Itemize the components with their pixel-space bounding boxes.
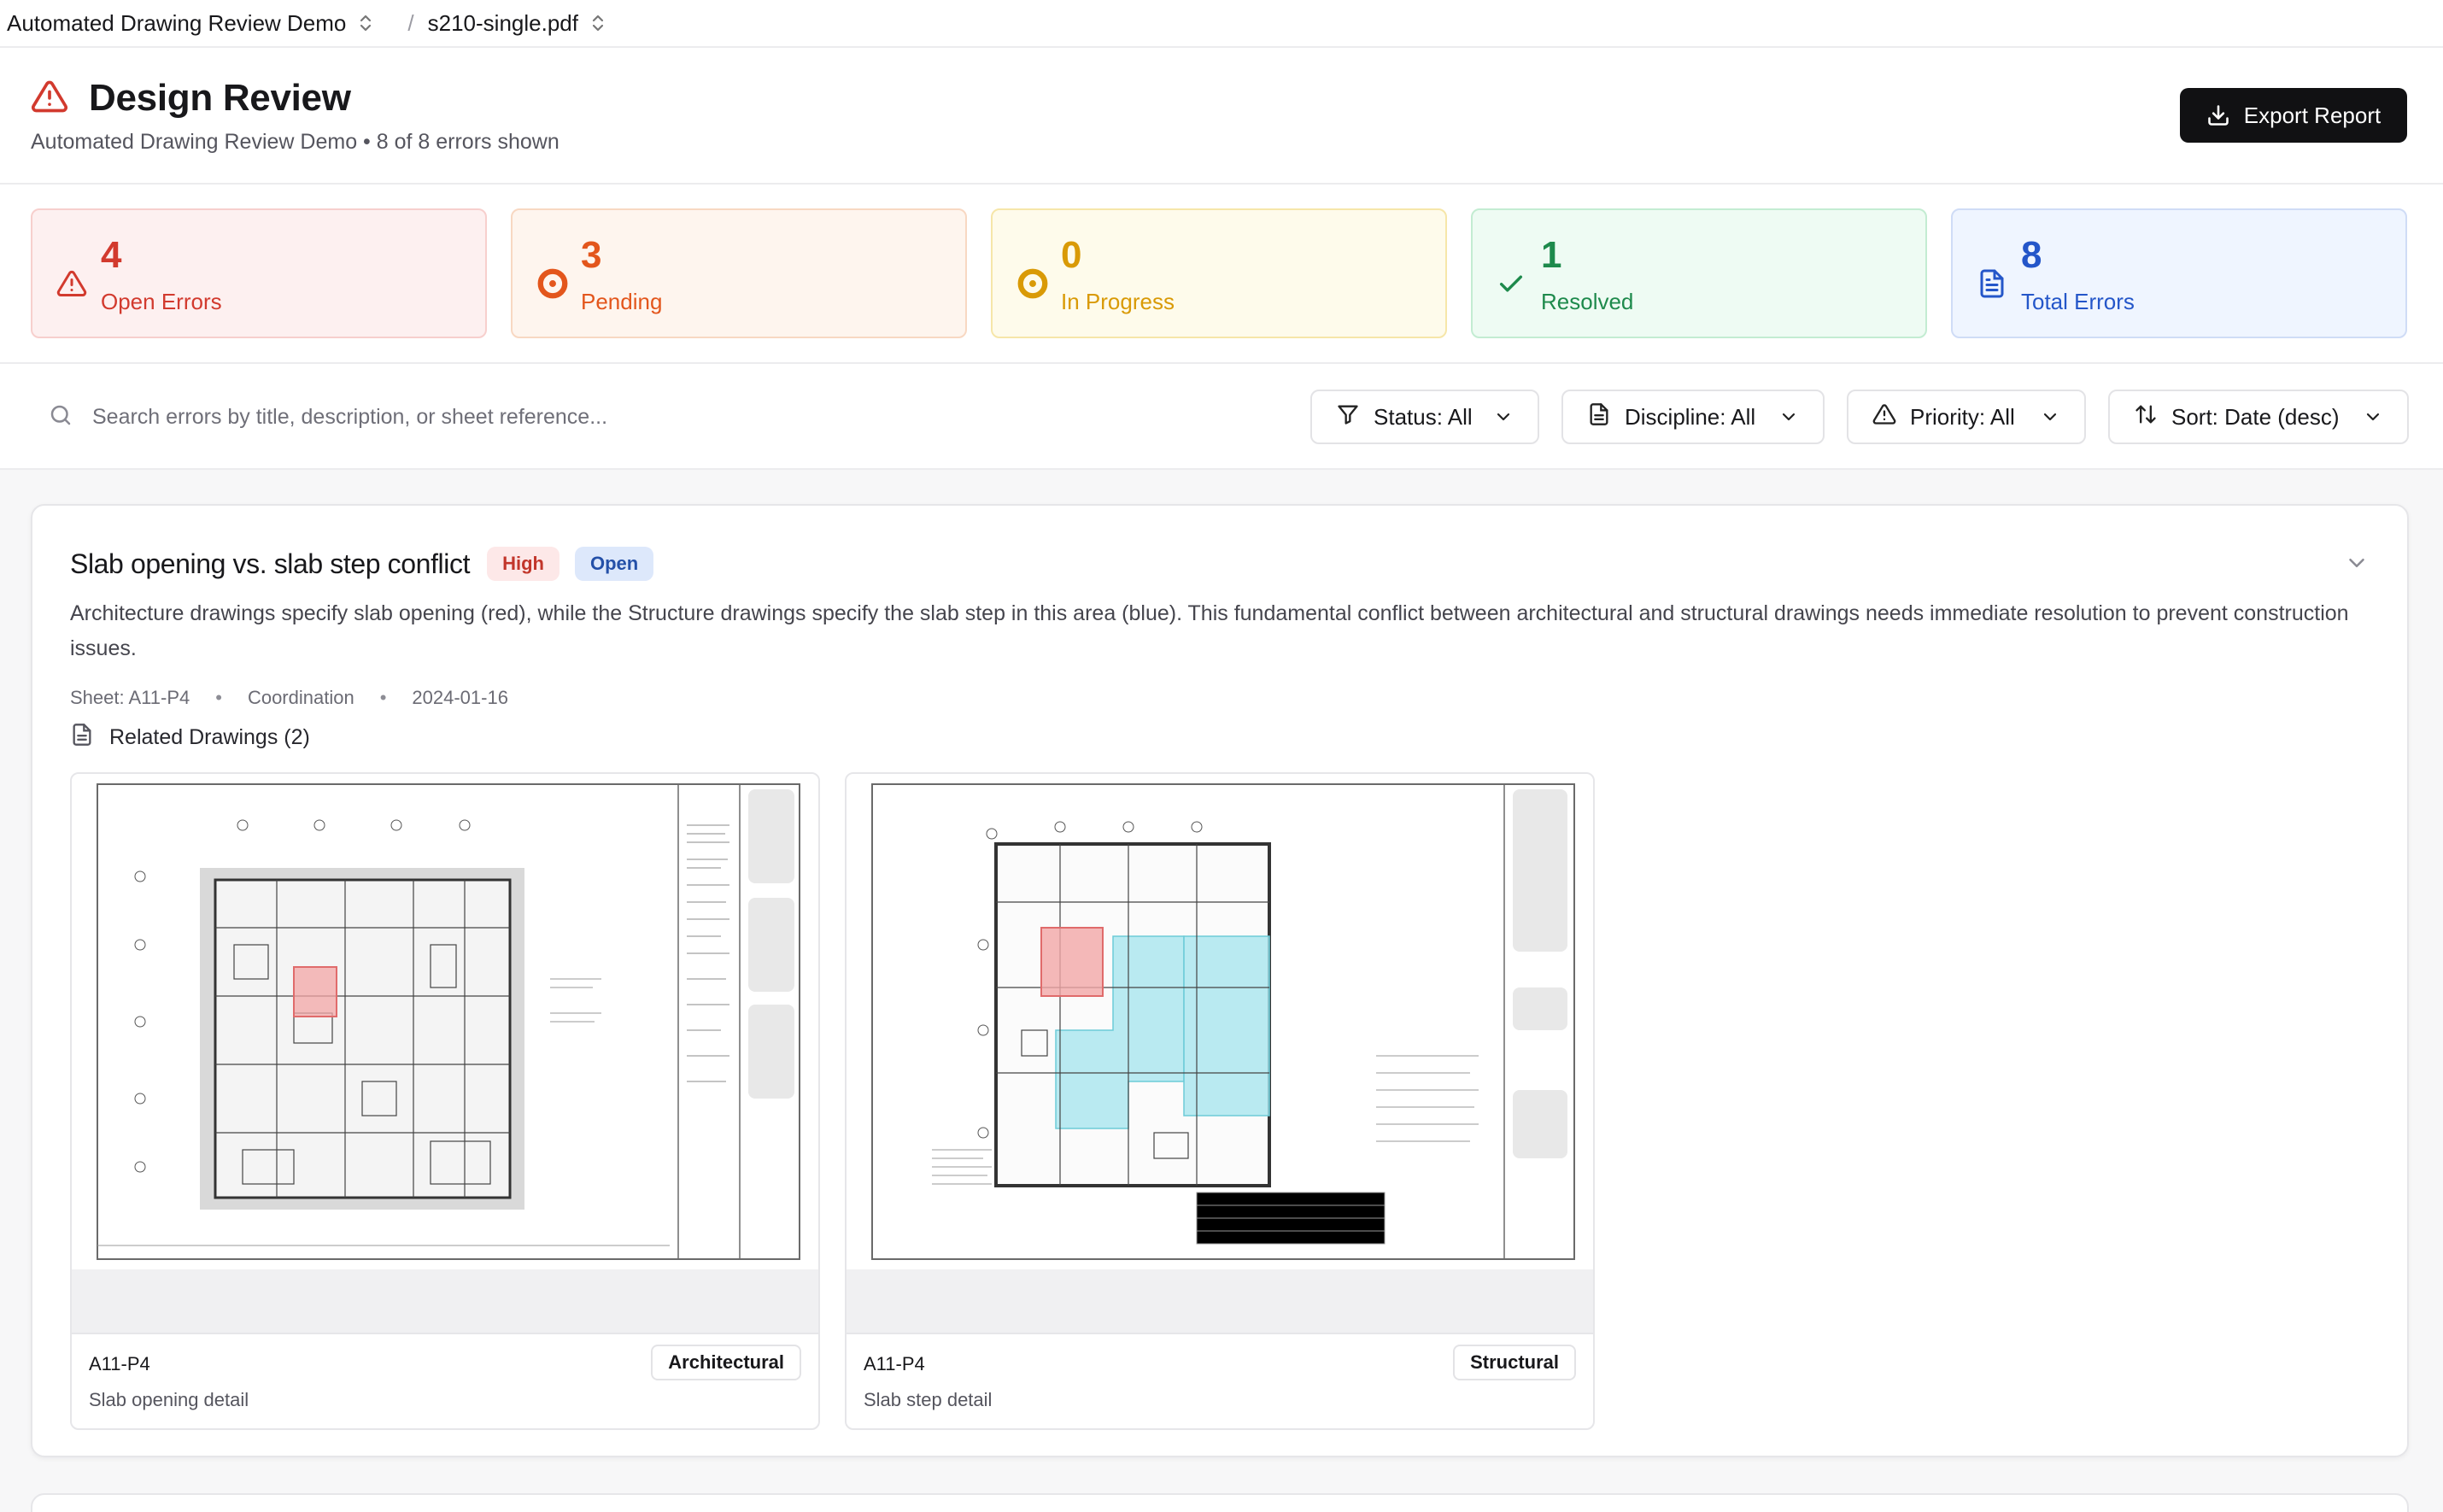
drawing-caption: Slab opening detail xyxy=(89,1389,249,1410)
file-text-icon xyxy=(1977,268,2007,299)
drawing-caption: Slab step detail xyxy=(864,1389,993,1410)
chevron-down-icon xyxy=(1493,407,1514,427)
search-icon xyxy=(48,402,73,432)
stat-label: Resolved xyxy=(1541,289,1634,314)
stat-value: 4 xyxy=(101,234,122,276)
related-drawings-header: Related Drawings (2) xyxy=(70,723,310,753)
error-meta: Sheet: A11-P4 • Coordination • 2024-01-1… xyxy=(70,687,508,709)
breadcrumb: Automated Drawing Review Demo / s210-sin… xyxy=(0,0,2443,48)
sort-label: Sort: Date (desc) xyxy=(2171,403,2340,430)
stat-label: Open Errors xyxy=(101,289,222,314)
chevron-down-icon xyxy=(1778,407,1799,427)
drawing-thumbnail[interactable] xyxy=(72,774,818,1334)
chevron-down-icon[interactable] xyxy=(2344,550,2370,576)
error-title: Slab opening vs. slab step conflict xyxy=(70,548,471,579)
drawing-card-structural[interactable]: A11-P4 Structural Slab step detail xyxy=(845,772,1595,1430)
architectural-plan-image xyxy=(72,774,818,1269)
meta-separator: • xyxy=(379,687,387,708)
error-card[interactable]: Slab opening vs. slab step conflict High… xyxy=(31,504,2409,1457)
drawing-card-architectural[interactable]: A11-P4 Architectural Slab opening detail xyxy=(70,772,820,1430)
chevron-down-icon xyxy=(2363,407,2383,427)
stat-label: Pending xyxy=(581,289,663,314)
breadcrumb-project-label: Automated Drawing Review Demo xyxy=(7,9,347,36)
filter-bar: Status: All Discipline: All Priority: Al… xyxy=(0,364,2443,470)
error-card-next[interactable] xyxy=(31,1493,2409,1512)
meta-separator: • xyxy=(215,687,222,708)
stat-value: 0 xyxy=(1061,234,1082,276)
stat-label: Total Errors xyxy=(2021,289,2135,314)
chevron-up-down-icon xyxy=(590,12,606,34)
breadcrumb-separator: / xyxy=(407,9,414,36)
status-filter-label: Status: All xyxy=(1374,403,1473,430)
breadcrumb-file-label: s210-single.pdf xyxy=(427,9,578,36)
stat-value: 3 xyxy=(581,234,602,276)
status-filter-button[interactable]: Status: All xyxy=(1310,390,1539,444)
discipline-badge: Structural xyxy=(1453,1345,1576,1380)
stats-row: 4 Open Errors 3 Pending 0 In Progress 1 … xyxy=(0,185,2443,364)
status-badge: Open xyxy=(574,547,654,581)
sort-arrows-icon xyxy=(2134,402,2158,432)
stat-label: In Progress xyxy=(1061,289,1175,314)
stat-total-errors[interactable]: 8 Total Errors xyxy=(1951,208,2407,338)
discipline-filter-label: Discipline: All xyxy=(1625,403,1756,430)
file-text-icon xyxy=(1587,402,1611,432)
stat-resolved[interactable]: 1 Resolved xyxy=(1471,208,1927,338)
sort-button[interactable]: Sort: Date (desc) xyxy=(2108,390,2409,444)
download-icon xyxy=(2208,105,2229,126)
structural-plan-image xyxy=(847,774,1593,1269)
error-sheet: Sheet: A11-P4 xyxy=(70,687,190,708)
alert-triangle-icon xyxy=(56,268,87,299)
priority-filter-label: Priority: All xyxy=(1910,403,2015,430)
stat-pending[interactable]: 3 Pending xyxy=(511,208,967,338)
alert-triangle-icon xyxy=(1872,402,1896,432)
page-subtitle: Automated Drawing Review Demo • 8 of 8 e… xyxy=(31,130,559,154)
page-title: Design Review xyxy=(89,77,351,119)
export-report-button[interactable]: Export Report xyxy=(2180,88,2407,143)
circle-dot-icon xyxy=(1016,267,1049,300)
circle-dot-icon xyxy=(536,267,569,300)
filter-icon xyxy=(1336,402,1360,432)
error-category: Coordination xyxy=(247,687,354,708)
breadcrumb-project[interactable]: Automated Drawing Review Demo xyxy=(7,10,373,37)
priority-badge: High xyxy=(487,547,559,581)
check-icon xyxy=(1497,269,1526,298)
error-date: 2024-01-16 xyxy=(412,687,508,708)
stat-in-progress[interactable]: 0 In Progress xyxy=(991,208,1447,338)
page-header: Design Review Automated Drawing Review D… xyxy=(0,48,2443,185)
drawing-sheet: A11-P4 xyxy=(89,1353,150,1374)
discipline-badge: Architectural xyxy=(651,1345,801,1380)
stat-value: 1 xyxy=(1541,234,1562,276)
stat-open-errors[interactable]: 4 Open Errors xyxy=(31,208,487,338)
chevron-down-icon xyxy=(2040,407,2060,427)
title-row: Design Review xyxy=(31,77,351,120)
error-card-header: Slab opening vs. slab step conflict High… xyxy=(70,547,654,581)
chevron-up-down-icon xyxy=(358,12,373,34)
breadcrumb-file[interactable]: s210-single.pdf xyxy=(428,10,606,37)
export-report-label: Export Report xyxy=(2243,102,2381,128)
stat-value: 8 xyxy=(2021,234,2042,276)
file-text-icon xyxy=(70,723,94,753)
alert-triangle-icon xyxy=(31,78,68,120)
discipline-filter-button[interactable]: Discipline: All xyxy=(1561,390,1825,444)
error-description: Architecture drawings specify slab openi… xyxy=(70,601,2349,660)
search-box xyxy=(31,390,1295,444)
related-drawings-label: Related Drawings (2) xyxy=(109,725,310,749)
drawing-sheet: A11-P4 xyxy=(864,1353,925,1374)
priority-filter-button[interactable]: Priority: All xyxy=(1847,390,2086,444)
search-input[interactable] xyxy=(92,404,1203,430)
drawing-thumbnail[interactable] xyxy=(847,774,1593,1334)
